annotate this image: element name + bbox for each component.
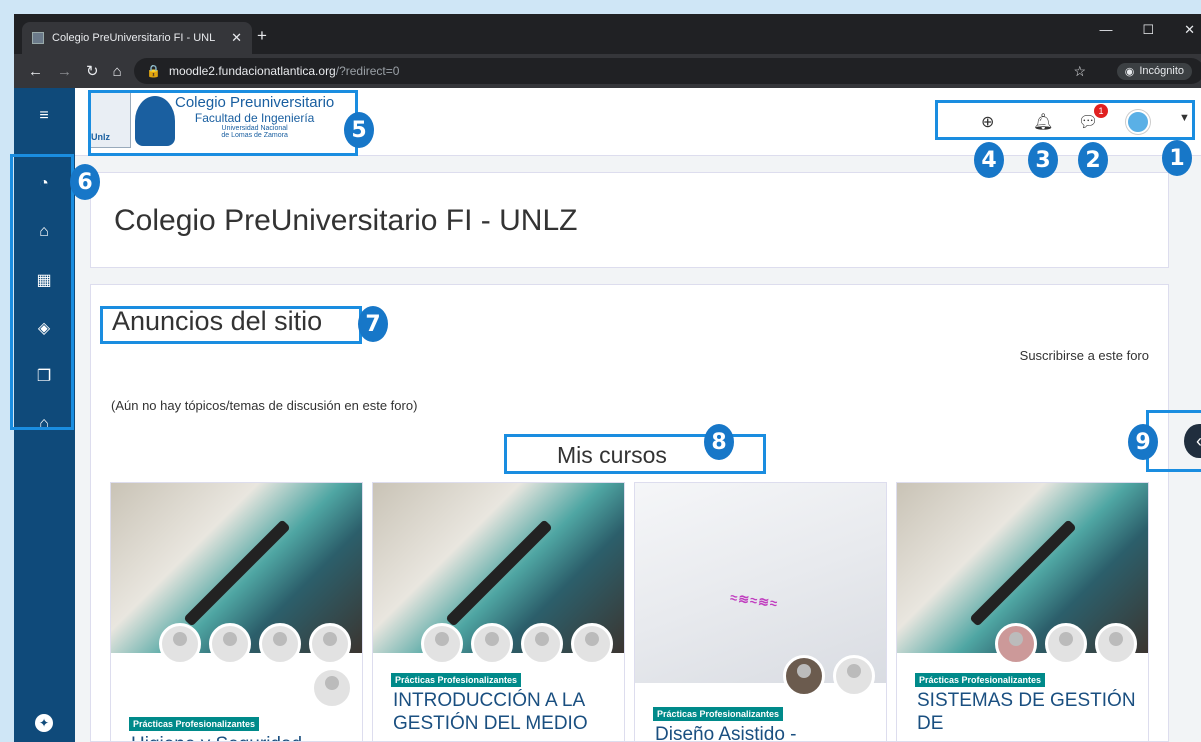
marker-7: 7 [358,306,388,342]
brush-shape [969,519,1077,627]
course-category-tag: Prácticas Profesionalizantes [653,707,784,721]
participant-avatar [209,623,251,665]
incognito-badge[interactable]: ◉ Incógnito [1116,62,1192,80]
course-title[interactable]: Higiene y Seguridad [131,733,351,741]
course-category-tag: Prácticas Profesionalizantes [391,673,522,687]
url-path: /?redirect=0 [335,64,400,78]
course-category-tag: Prácticas Profesionalizantes [915,673,1046,687]
annotation-box-announcements [100,306,362,344]
participant-avatar [1045,623,1087,665]
participant-avatar [521,623,563,665]
course-title[interactable]: SISTEMAS DE GESTIÓN DE [917,689,1137,735]
incognito-icon: ◉ [1124,65,1135,78]
annotation-box-sidebar [10,154,74,430]
dna-graphic: ≈≋≈≋≈ [729,589,780,612]
brush-shape [183,519,291,627]
course-card[interactable]: Prácticas Profesionalizantes Higiene y S… [110,482,363,742]
annotation-box-logo [88,90,358,156]
course-image: ≈≋≈≋≈ [635,483,886,683]
subscribe-forum-link[interactable]: Suscribirse a este foro [1020,348,1149,363]
window-controls: — ☐ ✕ [1099,22,1195,38]
address-bar: ← → ↻ ⌂ 🔒 moodle2.fundacionatlantica.org… [14,54,1201,88]
participant-avatar [471,623,513,665]
reload-icon[interactable]: ↻ [86,62,99,80]
marker-4: 4 [974,142,1004,178]
participant-avatar [1095,623,1137,665]
page-title: Colegio PreUniversitario FI - UNLZ [114,204,578,237]
url-field[interactable]: 🔒 moodle2.fundacionatlantica.org/?redire… [134,58,1201,84]
participant-avatar [259,623,301,665]
tab-bar: Colegio PreUniversitario FI - UNL ✕ + — … [14,14,1201,54]
bookmark-star-icon[interactable]: ☆ [1073,63,1086,80]
home-icon[interactable]: ⌂ [113,63,122,80]
participant-avatar [309,623,351,665]
course-card[interactable]: Prácticas Profesionalizantes INTRODUCCIÓ… [372,482,625,742]
forward-icon[interactable]: → [57,63,72,80]
close-tab-icon[interactable]: ✕ [231,30,242,46]
marker-5: 5 [344,112,374,148]
marker-8: 8 [704,424,734,460]
close-window-icon[interactable]: ✕ [1184,22,1195,38]
participant-avatar [421,623,463,665]
course-card[interactable]: Prácticas Profesionalizantes SISTEMAS DE… [896,482,1149,742]
marker-9: 9 [1128,424,1158,460]
course-category-tag: Prácticas Profesionalizantes [129,717,260,731]
new-tab-icon[interactable]: + [257,26,267,46]
back-icon[interactable]: ← [28,63,43,80]
course-title[interactable]: Diseño Asistido - [655,723,875,741]
marker-3: 3 [1028,142,1058,178]
participant-avatar [833,655,875,697]
course-card[interactable]: ≈≋≈≋≈ Prácticas Profesionalizantes Diseñ… [634,482,887,742]
menu-toggle-icon[interactable]: ≡ [28,100,60,132]
brush-shape [445,519,553,627]
maximize-icon[interactable]: ☐ [1142,22,1154,38]
accessibility-icon[interactable]: ✦ [35,714,53,732]
tab-title: Colegio PreUniversitario FI - UNL [52,32,216,44]
course-title[interactable]: INTRODUCCIÓN A LA GESTIÓN DEL MEDIO [393,689,613,735]
minimize-icon[interactable]: — [1099,22,1112,38]
participant-avatar [783,655,825,697]
marker-1: 1 [1162,140,1192,176]
participant-avatar [311,667,353,709]
browser-tab[interactable]: Colegio PreUniversitario FI - UNL ✕ [22,22,252,54]
no-topics-text: (Aún no hay tópicos/temas de discusión e… [111,398,418,413]
participant-avatar [159,623,201,665]
participant-avatar [995,623,1037,665]
favicon-icon [32,32,44,44]
participant-avatar [571,623,613,665]
marker-6: 6 [70,164,100,200]
url-host: moodle2.fundacionatlantica.org [168,64,336,78]
incognito-label: Incógnito [1139,65,1184,77]
marker-2: 2 [1078,142,1108,178]
annotation-box-usermenu [935,100,1195,140]
lock-icon: 🔒 [146,64,161,78]
